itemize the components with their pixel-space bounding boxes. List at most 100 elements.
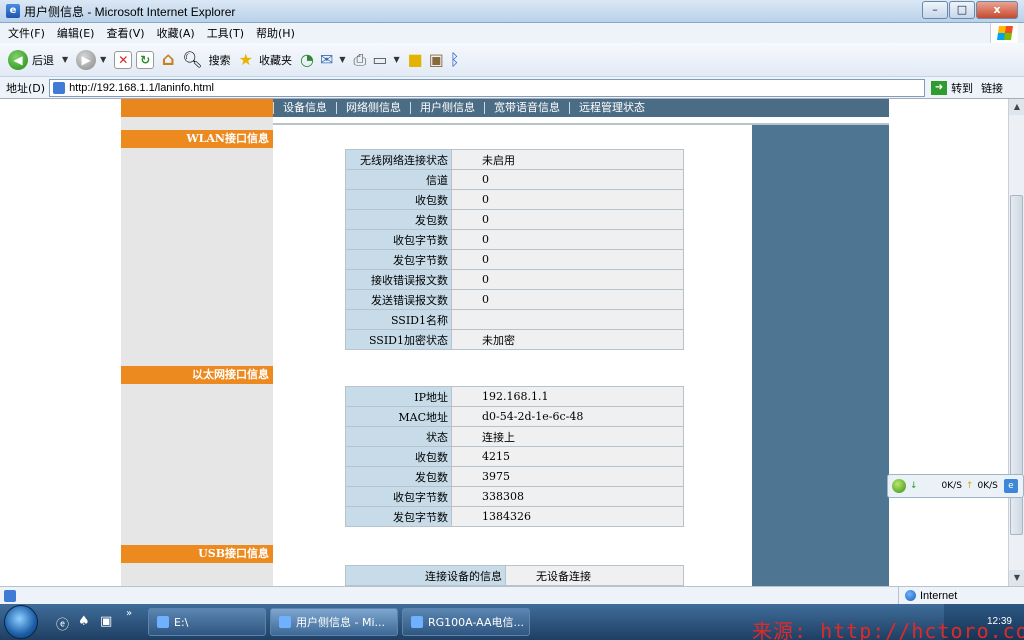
wlan-key: 发包数 <box>345 209 452 230</box>
mail-dropdown-icon[interactable]: ▼ <box>339 55 345 64</box>
favorites-button[interactable]: 收藏夹 <box>259 52 292 68</box>
usb-key: 连接设备的信息 <box>345 565 506 586</box>
ethernet-value: 1384326 <box>451 506 684 527</box>
wlan-value: 0 <box>451 269 684 290</box>
network-speed-widget[interactable]: ↓ 0K/S ↑ 0K/S e <box>887 474 1024 498</box>
nav-network-side[interactable]: 网络侧信息 <box>336 102 410 114</box>
bluetooth-icon[interactable]: ᛒ <box>450 50 460 69</box>
close-button[interactable]: x <box>976 1 1018 19</box>
scroll-down-icon[interactable]: ▼ <box>1009 570 1024 586</box>
table-row: SSID1名称 <box>345 309 684 330</box>
table-row: 状态 连接上 <box>345 426 684 447</box>
search-button[interactable]: 搜索 <box>209 52 231 68</box>
edit-icon[interactable]: ▭ <box>372 50 387 69</box>
search-icon[interactable]: 🔍︎ <box>182 50 202 69</box>
task-other-window[interactable]: RG100A-AA电信... <box>402 608 530 636</box>
menu-help[interactable]: 帮助(H) <box>256 25 295 41</box>
address-bar: 地址(D) http://192.168.1.1/laninfo.html ➜ … <box>0 77 1024 99</box>
download-speed: 0K/S <box>941 481 962 491</box>
maximize-button[interactable]: □ <box>949 1 975 19</box>
menu-tools[interactable]: 工具(T) <box>207 25 244 41</box>
wlan-value: 未加密 <box>451 329 684 350</box>
ethernet-key: 状态 <box>345 426 452 447</box>
ql-ie-icon[interactable]: ⓔ <box>56 614 69 633</box>
wlan-value: 0 <box>451 209 684 230</box>
back-dropdown-icon[interactable]: ▼ <box>62 55 68 64</box>
scroll-up-icon[interactable]: ▲ <box>1009 99 1024 115</box>
nav-device-info[interactable]: 设备信息 <box>273 102 336 114</box>
wlan-value: 0 <box>451 289 684 310</box>
network-globe-icon <box>892 479 906 493</box>
ethernet-key: 收包字节数 <box>345 486 452 507</box>
links-button[interactable]: 链接 <box>981 80 1003 96</box>
windows-logo-icon <box>990 23 1018 43</box>
start-button[interactable] <box>4 605 38 639</box>
ethernet-value: 4215 <box>451 446 684 467</box>
wlan-key: SSID1名称 <box>345 309 452 330</box>
header-orange-strip <box>121 99 273 117</box>
internet-globe-icon <box>905 590 916 601</box>
ethernet-value: 338308 <box>451 486 684 507</box>
research-icon[interactable]: ▣ <box>429 50 444 69</box>
address-url[interactable]: http://192.168.1.1/laninfo.html <box>69 82 214 94</box>
task-explorer[interactable]: E:\ <box>148 608 266 636</box>
edit-dropdown-icon[interactable]: ▼ <box>393 55 399 64</box>
task-ie-window[interactable]: 用户侧信息 - Mi... <box>270 608 398 636</box>
menu-edit[interactable]: 编辑(E) <box>57 25 95 41</box>
address-input[interactable]: http://192.168.1.1/laninfo.html <box>49 78 926 97</box>
security-zone: Internet <box>898 587 957 604</box>
table-row: 接收错误报文数 0 <box>345 269 684 290</box>
ql-qq-icon[interactable]: ♠ <box>78 614 90 629</box>
forward-dropdown-icon[interactable]: ▼ <box>100 55 106 64</box>
go-arrow-icon: ➜ <box>931 80 948 95</box>
ethernet-value: 192.168.1.1 <box>451 386 684 407</box>
menu-view[interactable]: 查看(V) <box>106 25 144 41</box>
go-button[interactable]: ➜ 转到 <box>931 80 973 96</box>
ethernet-key: 发包字节数 <box>345 506 452 527</box>
page-icon <box>53 81 66 94</box>
wlan-key: 接收错误报文数 <box>345 269 452 290</box>
favorites-star-icon[interactable]: ★ <box>239 50 253 69</box>
ql-app-icon[interactable]: ▣ <box>100 614 112 629</box>
zone-label: Internet <box>920 589 958 602</box>
vertical-scrollbar[interactable]: ▲ ▼ <box>1008 99 1024 586</box>
wlan-key: 收包字节数 <box>345 229 452 250</box>
table-row: 发包字节数 0 <box>345 249 684 270</box>
upload-speed: 0K/S <box>977 481 998 491</box>
print-icon[interactable]: ⎙ <box>354 50 367 70</box>
back-button[interactable]: 后退 <box>32 52 54 68</box>
wlan-key: 发送错误报文数 <box>345 289 452 310</box>
nav-remote-status[interactable]: 远程管理状态 <box>569 102 654 114</box>
ie-small-icon[interactable]: e <box>1003 479 1018 493</box>
status-page-icon <box>4 589 16 602</box>
table-row: 收包字节数 0 <box>345 229 684 250</box>
home-icon[interactable]: ⌂ <box>158 49 178 70</box>
notes-icon[interactable]: ■ <box>408 50 423 69</box>
task-label: E:\ <box>174 615 189 629</box>
ie-task-icon <box>279 616 291 628</box>
title-bar: e 用户侧信息 - Microsoft Internet Explorer – … <box>0 0 1024 23</box>
wlan-key: 信道 <box>345 169 452 190</box>
history-icon[interactable]: ◔ <box>300 50 314 69</box>
ql-overflow-icon[interactable]: » <box>126 608 132 619</box>
minimize-button[interactable]: – <box>922 1 948 19</box>
nav-voice-info[interactable]: 宽带语音信息 <box>484 102 569 114</box>
back-arrow-icon[interactable]: ◀ <box>8 49 28 70</box>
ethernet-key: 发包数 <box>345 466 452 487</box>
table-row: SSID1加密状态 未加密 <box>345 329 684 350</box>
download-arrow-icon: ↓ <box>910 481 918 491</box>
stop-icon[interactable]: ✕ <box>114 50 133 69</box>
ethernet-key: 收包数 <box>345 446 452 467</box>
wlan-key: SSID1加密状态 <box>345 329 452 350</box>
table-row: 发送错误报文数 0 <box>345 289 684 310</box>
forward-arrow-icon[interactable]: ▶ <box>76 49 97 70</box>
ethernet-section-heading: 以太网接口信息 <box>121 366 273 384</box>
menu-file[interactable]: 文件(F) <box>8 25 45 41</box>
wlan-value: 0 <box>451 189 684 210</box>
mail-icon[interactable]: ✉ <box>320 50 333 69</box>
refresh-icon[interactable]: ↻ <box>136 50 155 69</box>
menu-favorites[interactable]: 收藏(A) <box>157 25 195 41</box>
nav-user-side[interactable]: 用户侧信息 <box>410 102 484 114</box>
table-row: 收包数 4215 <box>345 446 684 467</box>
page-content: 设备信息 网络侧信息 用户侧信息 宽带语音信息 远程管理状态 WLAN接口信息 … <box>0 99 1008 586</box>
